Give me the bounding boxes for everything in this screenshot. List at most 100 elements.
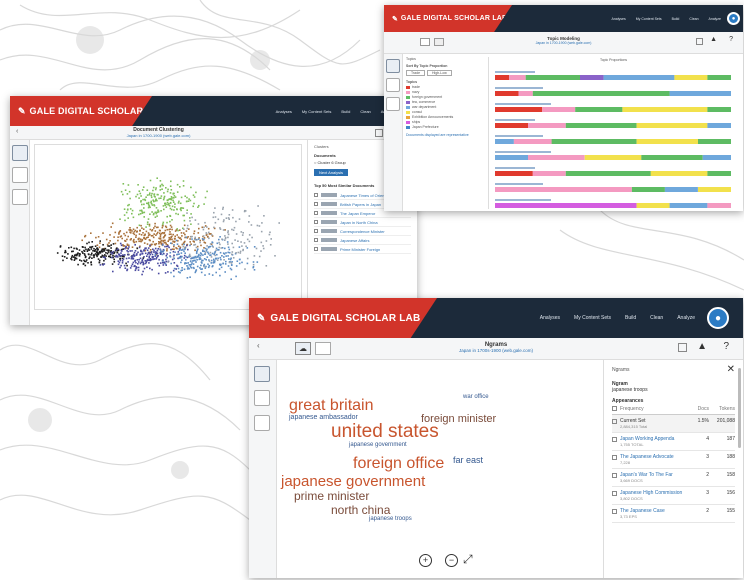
panel-scrollbar[interactable]: [738, 368, 741, 448]
nav-analyses[interactable]: Analyses: [540, 315, 560, 321]
nav-build[interactable]: Build: [341, 109, 350, 114]
appearance-row[interactable]: Japan Working Appenda 1,755 TOTAL 4 187: [612, 433, 735, 451]
expand-icon[interactable]: ⤢: [463, 552, 473, 567]
similar-doc-row[interactable]: Japan in North China: [314, 218, 411, 227]
nav-build[interactable]: Build: [672, 17, 680, 21]
download-icon[interactable]: [678, 343, 687, 352]
brand-logo[interactable]: ✎ GALE DIGITAL SCHOLAR LAB: [10, 96, 152, 126]
nav-clean[interactable]: Clean: [360, 109, 370, 114]
page-subtitle[interactable]: Japan in 1700-1900 (web.gale.com): [384, 41, 743, 45]
row-title[interactable]: Correspondence Minister: [340, 229, 385, 234]
row-checkbox[interactable]: [612, 437, 617, 442]
select-all-checkbox[interactable]: [612, 406, 617, 411]
brand-logo[interactable]: ✎ GALE DIGITAL SCHOLAR LAB: [384, 5, 512, 32]
similar-doc-row[interactable]: Japanese Affairs: [314, 236, 411, 245]
help-icon[interactable]: ?: [729, 36, 733, 43]
appearance-row[interactable]: The Japanese Case 3,73 EPS 2 155: [612, 505, 735, 523]
close-icon[interactable]: ✕: [727, 364, 735, 375]
similar-doc-row[interactable]: Correspondence Minister: [314, 227, 411, 236]
nav-analyze[interactable]: Analyze: [709, 17, 721, 21]
history-icon[interactable]: [386, 97, 400, 111]
row-checkbox[interactable]: [612, 419, 617, 424]
sort-controls[interactable]: Trade High-Low: [406, 70, 484, 76]
zoom-in-button[interactable]: +: [419, 554, 432, 567]
scatter-point: [229, 258, 232, 261]
download-icon[interactable]: [375, 129, 383, 137]
row-title[interactable]: Japanese Affairs: [340, 238, 370, 243]
sort-select[interactable]: Trade: [406, 70, 426, 76]
nav-analyze[interactable]: Analyze: [677, 315, 695, 321]
cloud-word[interactable]: foreign office: [353, 456, 444, 472]
nav-analyses[interactable]: Analyses: [612, 17, 626, 21]
row-title[interactable]: British Papers in Japan: [340, 202, 381, 207]
cloud-word[interactable]: japanese government: [281, 474, 425, 489]
row-checkbox[interactable]: [314, 220, 318, 224]
page-subtitle[interactable]: Japan in 1700-1900 (web.gale.com): [10, 133, 307, 138]
row-checkbox[interactable]: [314, 247, 318, 251]
scatter-point: [127, 261, 129, 263]
save-icon[interactable]: [12, 167, 28, 183]
cloud-word[interactable]: foreign minister: [421, 414, 496, 425]
cloud-word[interactable]: far east: [453, 456, 483, 465]
cloud-word[interactable]: great britain: [289, 398, 374, 414]
row-checkbox[interactable]: [612, 473, 617, 478]
appearance-row[interactable]: Current Set 2,884,315 Total 1.5% 201,088: [612, 415, 735, 433]
appearance-row[interactable]: Japan's War To The Far 3,669 DOCS 2 158: [612, 469, 735, 487]
user-avatar-icon[interactable]: ●: [727, 12, 740, 25]
save-icon[interactable]: [386, 78, 400, 92]
history-icon[interactable]: [12, 189, 28, 205]
notify-icon[interactable]: ▲: [697, 341, 707, 352]
nav-clean[interactable]: Clean: [689, 17, 698, 21]
brand-logo[interactable]: ✎ GALE DIGITAL SCHOLAR LAB: [249, 298, 437, 338]
row-title[interactable]: The Japan Emperor: [340, 211, 375, 216]
legend-item[interactable]: Japan Prefecture: [406, 125, 484, 130]
history-icon[interactable]: [254, 415, 270, 431]
sort-order-select[interactable]: High-Low: [427, 70, 452, 76]
edit-icon[interactable]: [254, 366, 270, 382]
cloud-word[interactable]: north china: [331, 504, 390, 516]
cloud-word[interactable]: japanese government: [349, 442, 407, 448]
row-checkbox[interactable]: [314, 211, 318, 215]
cloud-word[interactable]: japanese ambassador: [289, 414, 358, 421]
nav-content-sets[interactable]: My Content Sets: [302, 109, 332, 114]
nav-build[interactable]: Build: [625, 315, 636, 321]
next-analysis-button[interactable]: Next Analysis: [314, 169, 349, 176]
cloud-word[interactable]: prime minister: [294, 490, 369, 502]
row-checkbox[interactable]: [314, 229, 318, 233]
cloud-word[interactable]: war office: [463, 394, 489, 400]
nav-content-sets[interactable]: My Content Sets: [636, 17, 662, 21]
row-docs: 3: [706, 490, 709, 496]
row-checkbox[interactable]: [314, 238, 318, 242]
scatter-point: [157, 193, 159, 196]
page-subtitle[interactable]: Japan in 1700s-1900 (web.gale.com): [249, 348, 743, 353]
left-rail: [249, 360, 277, 578]
row-checkbox[interactable]: [314, 202, 318, 206]
edit-icon[interactable]: [386, 59, 400, 73]
scatter-point: [148, 205, 150, 208]
nav-content-sets[interactable]: My Content Sets: [574, 315, 611, 321]
scatter-point: [189, 255, 192, 258]
row-checkbox[interactable]: [612, 491, 617, 496]
row-title[interactable]: Prime Minister Foreign: [340, 247, 380, 252]
notify-icon[interactable]: ▲: [710, 36, 717, 43]
cloud-word[interactable]: japanese troops: [369, 516, 412, 522]
row-title[interactable]: Japan in North China: [340, 220, 378, 225]
nav-analyses[interactable]: Analyses: [276, 109, 292, 114]
row-checkbox[interactable]: [612, 509, 617, 514]
save-icon[interactable]: [254, 390, 270, 406]
scatter-point: [235, 252, 237, 254]
row-title[interactable]: Japanese Times of Orien...: [340, 193, 388, 198]
edit-icon[interactable]: [12, 145, 28, 161]
help-icon[interactable]: ?: [723, 341, 729, 352]
appearance-row[interactable]: The Japanese Advocate 7,228 3 188: [612, 451, 735, 469]
download-icon[interactable]: [696, 38, 703, 45]
nav-clean[interactable]: Clean: [650, 315, 663, 321]
similar-doc-row[interactable]: Prime Minister Foreign: [314, 245, 411, 254]
legend-footer-link[interactable]: Documents displayed are representative: [406, 133, 484, 137]
appearance-row[interactable]: Japanese High Commission 3,802 DOCS 3 156: [612, 487, 735, 505]
scatter-point: [187, 248, 189, 251]
row-checkbox[interactable]: [314, 193, 318, 197]
zoom-out-button[interactable]: −: [445, 554, 458, 567]
row-checkbox[interactable]: [612, 455, 617, 460]
user-avatar-icon[interactable]: ●: [707, 307, 729, 329]
